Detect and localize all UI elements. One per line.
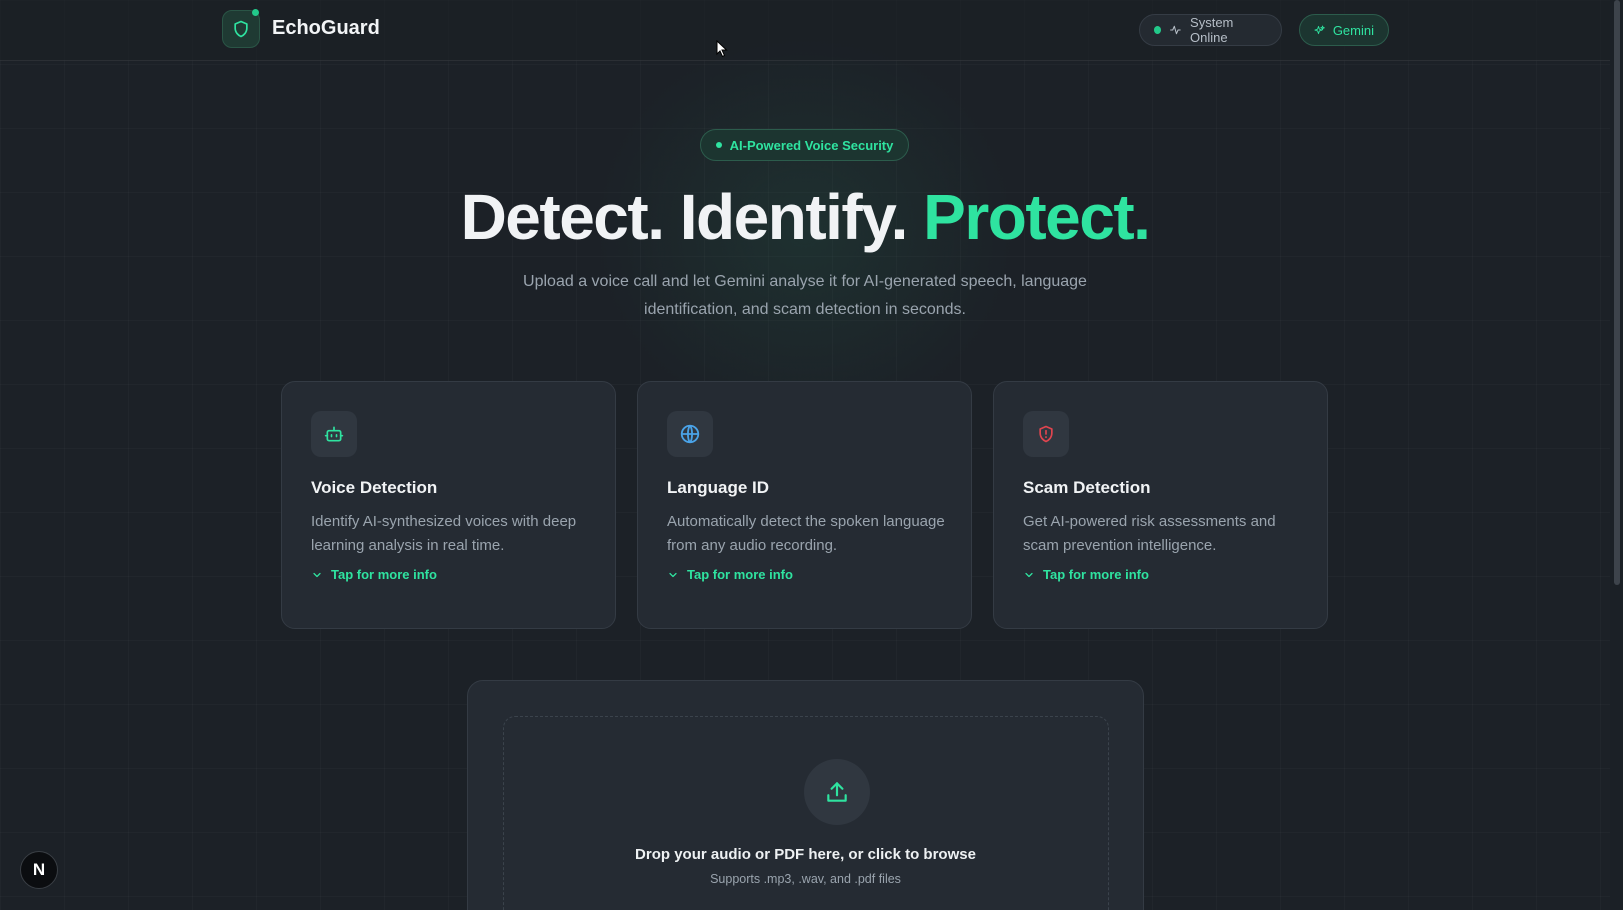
top-navigation-bar: EchoGuard System Online Gemini: [0, 0, 1610, 61]
headline-main: Detect. Identify.: [460, 181, 924, 253]
nextjs-dev-badge[interactable]: N: [20, 851, 58, 889]
activity-icon: [1170, 25, 1181, 35]
mouse-cursor-icon: [716, 40, 728, 58]
logo-status-dot: [252, 9, 259, 16]
globe-icon: [667, 411, 713, 457]
upload-icon[interactable]: [804, 759, 870, 825]
status-label: System Online: [1190, 15, 1234, 45]
more-info-toggle[interactable]: Tap for more info: [667, 567, 793, 582]
gemini-button[interactable]: Gemini: [1299, 14, 1389, 46]
card-description: Automatically detect the spoken language…: [667, 513, 945, 554]
chevron-down-icon: [1025, 572, 1033, 577]
chevron-down-icon: [313, 572, 321, 577]
more-info-toggle[interactable]: Tap for more info: [311, 567, 437, 582]
sparkles-icon: [1314, 25, 1325, 34]
headline-accent: Protect.: [923, 181, 1151, 253]
card-description: Identify AI-synthesized voices with deep…: [311, 513, 577, 554]
feature-card-scam-detection[interactable]: Scam Detection Get AI-powered risk asses…: [993, 381, 1328, 629]
dropzone-supported-formats: Supports .mp3, .wav, and .pdf files: [710, 872, 901, 886]
brand-name[interactable]: EchoGuard: [272, 17, 380, 40]
status-dot: [1154, 26, 1162, 34]
system-status-pill[interactable]: System Online: [1139, 14, 1282, 46]
card-title: Scam Detection: [1023, 478, 1151, 497]
feature-card-language-id[interactable]: Language ID Automatically detect the spo…: [637, 381, 972, 629]
hero-subtitle: Upload a voice call and let Gemini analy…: [523, 273, 1087, 318]
card-title: Voice Detection: [311, 478, 438, 497]
dropzone-prompt[interactable]: Drop your audio or PDF here, or click to…: [467, 846, 1144, 863]
more-info-label: Tap for more info: [687, 567, 793, 582]
shield-alert-icon: [1023, 411, 1069, 457]
feature-card-voice-detection[interactable]: Voice Detection Identify AI-synthesized …: [281, 381, 616, 629]
hero-badge-label: AI-Powered Voice Security: [729, 137, 894, 153]
badge-dot: [715, 142, 722, 148]
more-info-toggle[interactable]: Tap for more info: [1023, 567, 1149, 582]
chevron-down-icon: [669, 572, 677, 577]
scrollbar-thumb[interactable]: [1614, 0, 1620, 585]
more-info-label: Tap for more info: [1043, 567, 1149, 582]
card-title: Language ID: [667, 478, 770, 497]
more-info-label: Tap for more info: [331, 567, 437, 582]
gemini-label: Gemini: [1332, 22, 1374, 38]
hero-headline: Detect. Identify. Protect.: [0, 180, 1610, 254]
robot-icon: [311, 411, 357, 457]
card-description: Get AI-powered risk assessments and scam…: [1023, 513, 1276, 554]
hero-badge: AI-Powered Voice Security: [700, 129, 909, 161]
